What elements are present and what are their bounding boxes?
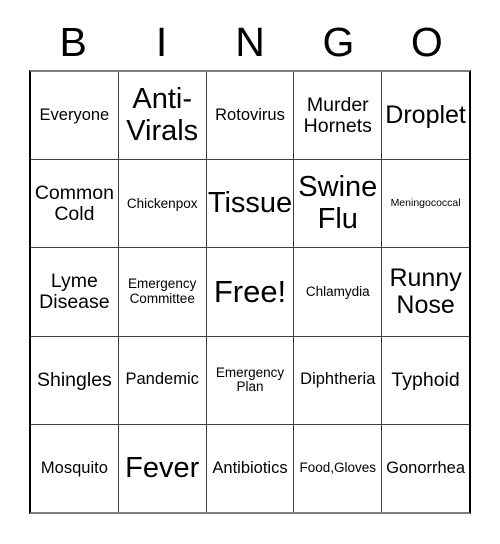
bingo-header-letter-n: N — [235, 18, 265, 65]
bingo-cell[interactable]: Food,Gloves — [294, 424, 383, 513]
bingo-cell[interactable]: Swine Flu — [294, 160, 383, 248]
bingo-header-row: B I N G O — [29, 14, 471, 70]
bingo-header-letter-i: I — [155, 18, 168, 65]
bingo-cell[interactable]: Emergency Committee — [119, 248, 207, 336]
bingo-cell[interactable]: Anti-Virals — [119, 72, 207, 160]
bingo-cell[interactable]: Common Cold — [31, 160, 119, 248]
bingo-cell[interactable]: Murder Hornets — [294, 72, 383, 160]
bingo-cell[interactable]: Tissue — [207, 160, 295, 248]
bingo-free-cell[interactable]: Free! — [207, 248, 295, 336]
bingo-row: Shingles Pandemic Emergency Plan Diphthe… — [31, 336, 469, 425]
bingo-header-letter-g: G — [322, 18, 355, 65]
bingo-cell[interactable]: Mosquito — [31, 424, 119, 513]
bingo-cell[interactable]: Droplet — [382, 72, 469, 159]
bingo-grid: Everyone Anti-Virals Rotovirus Murder Ho… — [29, 70, 471, 514]
bingo-cell[interactable]: Emergency Plan — [207, 336, 295, 424]
bingo-cell[interactable]: Pandemic — [119, 336, 207, 424]
bingo-cell[interactable]: Chickenpox — [119, 160, 207, 248]
bingo-cell[interactable]: Typhoid — [382, 337, 469, 424]
bingo-row: Everyone Anti-Virals Rotovirus Murder Ho… — [31, 72, 469, 161]
bingo-cell[interactable]: Lyme Disease — [31, 248, 119, 336]
bingo-header-letter-b: B — [59, 18, 87, 65]
bingo-cell[interactable]: Rotovirus — [207, 72, 295, 160]
bingo-cell[interactable]: Everyone — [31, 72, 119, 160]
bingo-row: Mosquito Fever Antibiotics Food,Gloves G… — [31, 424, 469, 513]
bingo-cell[interactable]: Fever — [119, 424, 207, 513]
bingo-row: Common Cold Chickenpox Tissue Swine Flu … — [31, 160, 469, 249]
bingo-cell[interactable]: Gonorrhea — [382, 425, 469, 512]
bingo-cell[interactable]: Chlamydia — [294, 248, 383, 336]
bingo-card: B I N G O Everyone Anti-Virals Rotovirus… — [0, 0, 500, 544]
bingo-cell[interactable]: Antibiotics — [207, 424, 295, 513]
bingo-cell[interactable]: Shingles — [31, 336, 119, 424]
bingo-cell[interactable]: Runny Nose — [382, 248, 469, 335]
bingo-row: Lyme Disease Emergency Committee Free! C… — [31, 248, 469, 337]
bingo-cell[interactable]: Diphtheria — [294, 336, 383, 424]
bingo-cell[interactable]: Meningococcal — [382, 160, 469, 247]
bingo-header-letter-o: O — [410, 18, 443, 65]
